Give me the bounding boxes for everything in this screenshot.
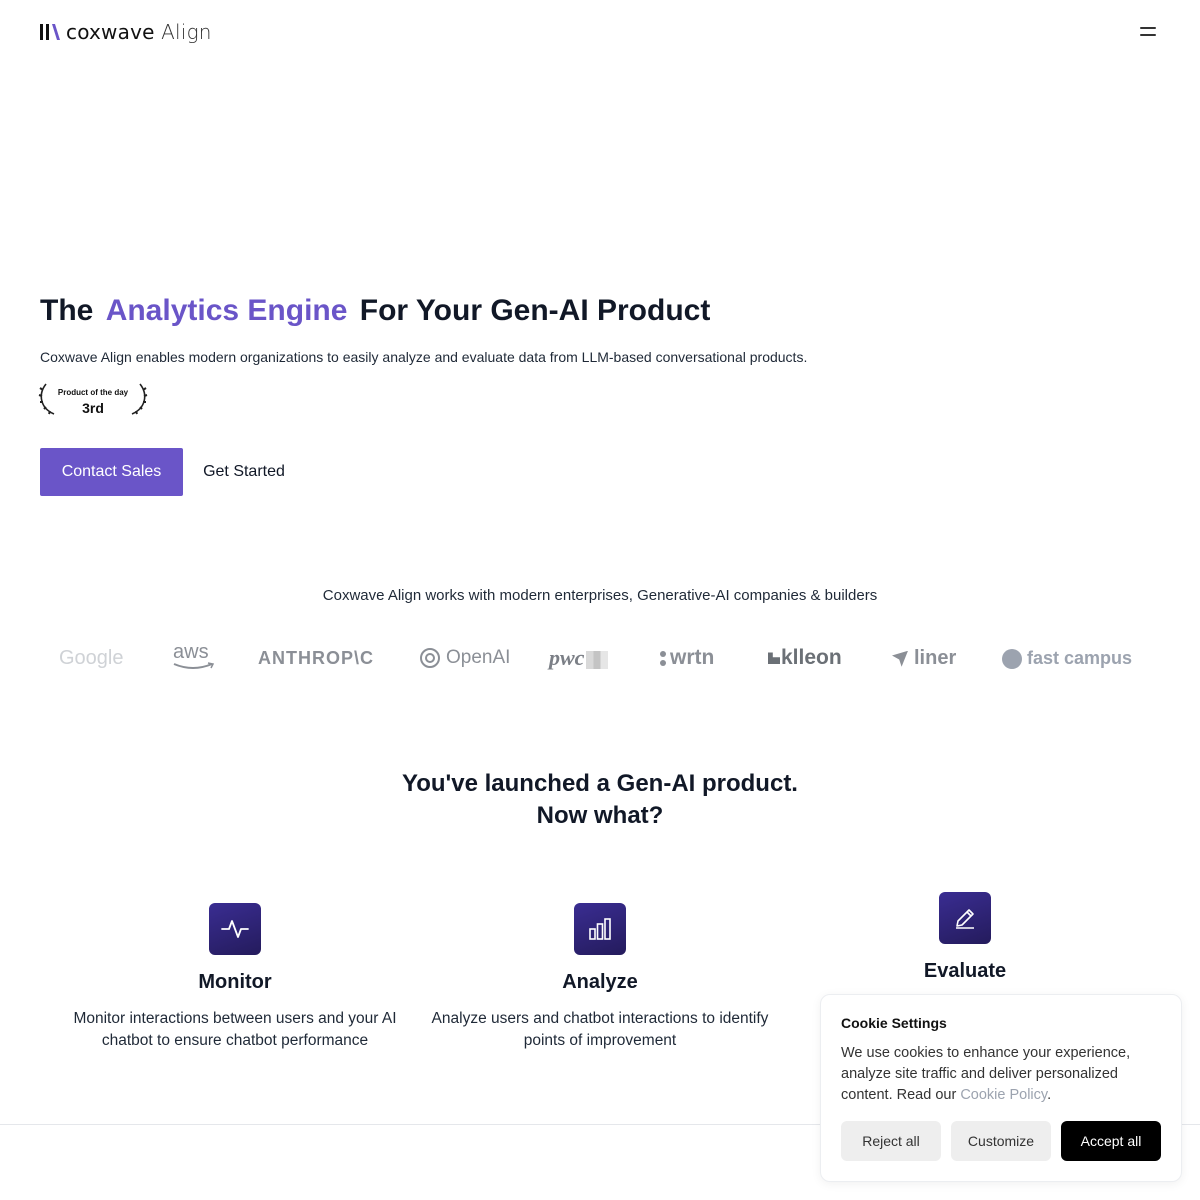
klleon-mark-icon xyxy=(768,652,780,665)
partners-caption: Coxwave Align works with modern enterpri… xyxy=(322,587,878,604)
hero-subtitle: Coxwave Align enables modern organizatio… xyxy=(40,349,808,365)
hamburger-icon xyxy=(1140,27,1156,29)
activity-icon xyxy=(209,903,261,955)
feature-title: Analyze xyxy=(562,971,638,993)
partner-logo-openai: OpenAI xyxy=(418,644,510,672)
cookie-title: Cookie Settings xyxy=(841,1015,947,1031)
site-header: coxwave Align xyxy=(0,0,1200,64)
partner-logo-klleon: klleon xyxy=(768,644,842,672)
badge-rank: 3rd xyxy=(82,400,104,416)
bar-chart-icon xyxy=(574,903,626,955)
cookie-text: We use cookies to enhance your experienc… xyxy=(841,1045,1131,1103)
partner-logo-google: Google xyxy=(59,647,124,669)
pencil-icon xyxy=(939,892,991,944)
accept-all-button[interactable]: Accept all xyxy=(1061,1121,1161,1161)
logo-mark-icon xyxy=(40,24,60,40)
partner-logo-liner: liner xyxy=(892,644,956,672)
brand-name: coxwave Align xyxy=(66,20,212,44)
cookie-banner: Cookie Settings We use cookies to enhanc… xyxy=(820,994,1182,1182)
section-title: You've launched a Gen-AI product. Now wha… xyxy=(402,770,798,829)
wrtn-dots-icon xyxy=(660,650,666,666)
fastcampus-mark-icon xyxy=(1002,649,1022,670)
feature-analyze: Analyze Analyze users and chatbot intera… xyxy=(430,903,770,1052)
feature-evaluate: Evaluate xyxy=(795,892,1135,997)
feature-title: Monitor xyxy=(198,971,272,993)
badge-label: Product of the day xyxy=(57,388,129,397)
partner-logo-anthropic: ANTHROP\C xyxy=(258,648,374,668)
feature-description: Analyze users and chatbot interactions t… xyxy=(431,1010,769,1049)
feature-monitor: Monitor Monitor interactions between use… xyxy=(65,903,405,1052)
brand-logo[interactable]: coxwave Align xyxy=(40,20,212,44)
feature-description: Monitor interactions between users and y… xyxy=(73,1010,397,1049)
openai-icon xyxy=(420,647,440,668)
partner-logo-wrtn: wrtn xyxy=(660,644,714,672)
hamburger-icon xyxy=(1140,34,1156,36)
customize-button[interactable]: Customize xyxy=(951,1121,1051,1161)
aws-smile-icon xyxy=(173,662,215,669)
partner-logo-pwc: pwc xyxy=(549,644,609,672)
feature-title: Evaluate xyxy=(923,960,1007,982)
liner-mark-icon xyxy=(892,650,908,667)
reject-all-button[interactable]: Reject all xyxy=(841,1121,941,1161)
partner-logo-fastcampus: fast campus xyxy=(1002,644,1132,672)
menu-button[interactable] xyxy=(1136,24,1160,40)
partner-logo-aws: aws xyxy=(173,638,215,669)
product-of-the-day-badge: Product of the day 3rd xyxy=(38,382,148,418)
get-started-button[interactable]: Get Started xyxy=(196,448,292,496)
hero-title: The Analytics Engine For Your Gen-AI Pro… xyxy=(40,294,711,327)
cookie-policy-link[interactable]: Cookie Policy xyxy=(960,1087,1047,1103)
contact-sales-button[interactable]: Contact Sales xyxy=(40,448,183,496)
pwc-mark-icon xyxy=(586,650,609,669)
